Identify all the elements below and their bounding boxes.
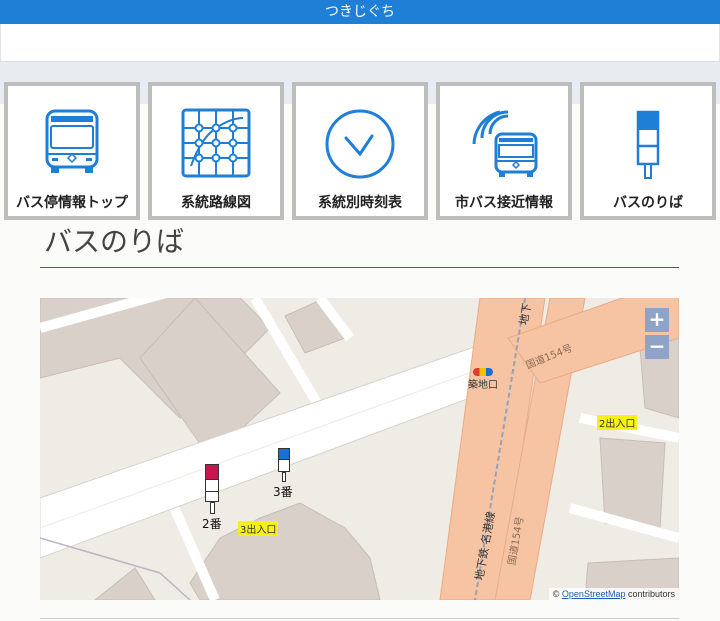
header-blank-bar <box>0 24 720 62</box>
route-map-icon <box>181 108 251 178</box>
nav-label: 市バス接近情報 <box>455 195 553 211</box>
main-nav: バス停情報トップ 系統路線図 系統別時刻表 市バス接近情報 バスのりば <box>0 82 720 220</box>
osm-link[interactable]: OpenStreetMap <box>562 589 626 599</box>
zoom-out-button[interactable]: − <box>645 335 669 359</box>
nav-route-map-button[interactable]: 系統路線図 <box>148 82 284 220</box>
app-title-bar: つきじぐち <box>0 0 720 24</box>
nav-bus-stops-button[interactable]: バスのりば <box>580 82 716 220</box>
nav-label: バス停情報トップ <box>16 195 128 211</box>
bus-stop-pole-icon <box>636 110 660 179</box>
bus-stop-map[interactable]: 築地口 国道154号 国道154号 地下鉄 名港線 地下 2出入口 3出入口 3… <box>40 298 679 600</box>
bottom-divider <box>40 618 679 619</box>
clock-icon <box>325 109 395 179</box>
map-attribution: © OpenStreetMap contributors <box>548 588 679 600</box>
station-marker[interactable] <box>473 368 493 376</box>
exit-label[interactable]: 3出入口 <box>238 521 279 536</box>
nav-timetable-button[interactable]: 系統別時刻表 <box>292 82 428 220</box>
map-canvas[interactable] <box>40 298 679 600</box>
bus-stop-marker-3[interactable] <box>278 448 290 482</box>
bus-approach-icon <box>472 110 538 177</box>
attribution-suffix: contributors <box>625 589 675 599</box>
bus-stop-marker-2[interactable] <box>205 464 219 514</box>
bus-stop-label-2: 2番 <box>202 517 222 531</box>
nav-bus-stop-top-button[interactable]: バス停情報トップ <box>4 82 140 220</box>
nav-label: 系統別時刻表 <box>318 195 402 211</box>
attribution-prefix: © <box>552 589 562 599</box>
station-label: 築地口 <box>468 380 498 391</box>
bus-front-icon <box>45 109 99 173</box>
bus-stop-label-3: 3番 <box>273 485 293 499</box>
nav-label: 系統路線図 <box>181 195 251 211</box>
nav-bus-approach-button[interactable]: 市バス接近情報 <box>436 82 572 220</box>
stop-color-band <box>205 464 219 480</box>
page-title: バスのりば <box>44 225 185 258</box>
stop-color-band <box>278 448 290 460</box>
exit-label[interactable]: 2出入口 <box>597 415 638 430</box>
zoom-in-button[interactable]: + <box>645 308 669 332</box>
title-divider <box>40 267 679 268</box>
app-title: つきじぐち <box>325 4 395 20</box>
nav-label: バスのりば <box>613 195 683 211</box>
